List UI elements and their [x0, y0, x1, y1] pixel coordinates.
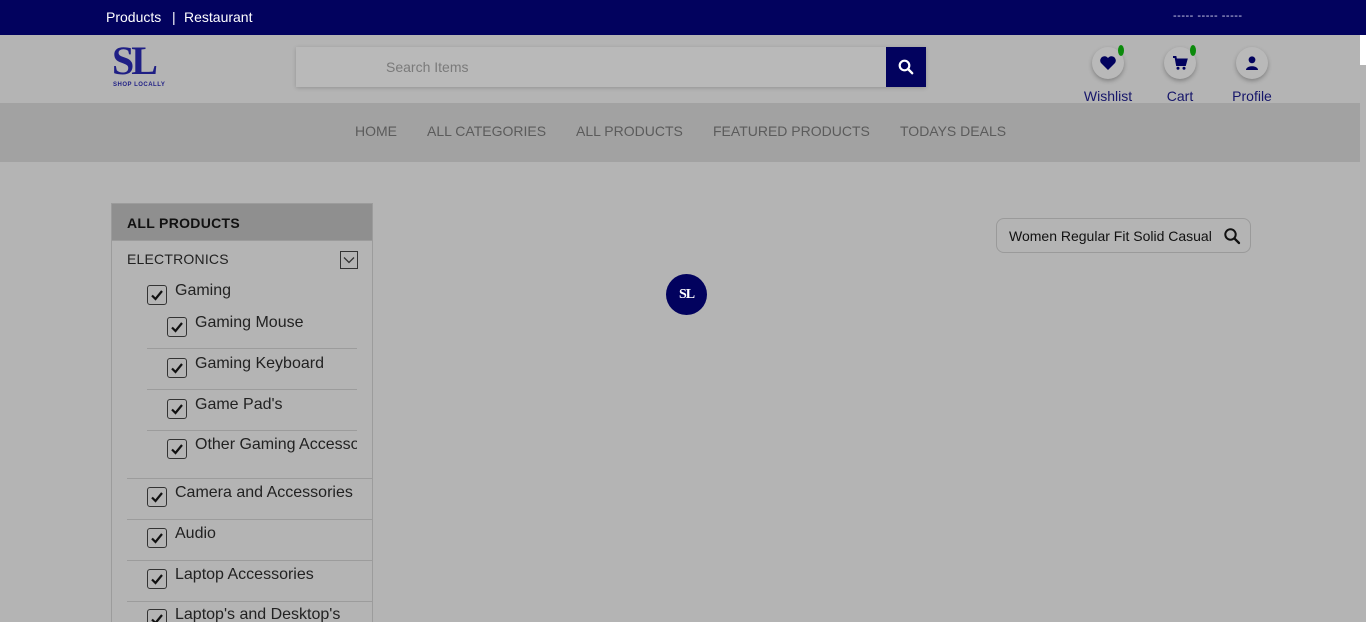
checkmark-icon: [151, 492, 163, 503]
sidebar-item-audio: Audio: [147, 525, 367, 555]
search-input[interactable]: [296, 47, 886, 87]
heart-icon: [1100, 56, 1116, 70]
sidebar-item-gaming-mouse: Gaming Mouse: [167, 314, 357, 344]
sidebar-item-label: Camera and Accessories: [175, 484, 353, 501]
sidebar-item-other-gaming-accessories: Other Gaming Accessories: [167, 436, 357, 466]
checkmark-icon: [151, 574, 163, 585]
checkbox[interactable]: [147, 487, 167, 507]
nav-all-products[interactable]: ALL PRODUCTS: [576, 123, 683, 139]
top-bar: Products | Restaurant ----- ----- -----: [0, 0, 1366, 35]
cart-button[interactable]: Cart: [1150, 45, 1210, 105]
product-filter-input[interactable]: [997, 219, 1219, 252]
checkmark-icon: [171, 404, 183, 415]
checkmark-icon: [151, 533, 163, 544]
profile-circle: [1236, 47, 1268, 79]
restaurant-link[interactable]: Restaurant: [184, 9, 252, 25]
product-filter-search: [996, 218, 1251, 253]
chevron-down-icon: [343, 257, 355, 264]
logo-tagline: SHOP LOCALLY: [113, 82, 166, 88]
checkmark-icon: [151, 614, 163, 622]
loading-spinner: SL: [666, 274, 707, 315]
sidebar-item-label: Laptop's and Desktop's: [175, 606, 341, 622]
sidebar-item-label: Game Pad's: [195, 396, 283, 413]
search-bar: [296, 47, 926, 87]
wishlist-badge: [1118, 45, 1124, 56]
scroll-edge: [1360, 35, 1366, 65]
checkbox[interactable]: [167, 358, 187, 378]
category-toggle[interactable]: [340, 251, 358, 269]
nav-home[interactable]: HOME: [355, 123, 397, 139]
main-nav: HOME ALL CATEGORIES ALL PRODUCTS FEATURE…: [0, 103, 1360, 162]
sidebar-item-laptops-and-desktops: Laptop's and Desktop's: [147, 606, 367, 622]
category-sidebar: ALL PRODUCTS ELECTRONICS Gaming Gaming M…: [111, 203, 373, 622]
sidebar-title: ALL PRODUCTS: [127, 215, 241, 231]
wishlist-button[interactable]: Wishlist: [1078, 45, 1138, 105]
sidebar-item-camera-and-accessories: Camera and Accessories: [147, 484, 367, 514]
sidebar-item-laptop-accessories: Laptop Accessories: [147, 566, 367, 596]
sidebar-item-gaming: Gaming: [147, 282, 367, 312]
checkmark-icon: [171, 363, 183, 374]
checkbox[interactable]: [147, 609, 167, 622]
sidebar-item-game-pads: Game Pad's: [167, 396, 357, 426]
nav-featured-products[interactable]: FEATURED PRODUCTS: [713, 123, 870, 139]
checkbox[interactable]: [147, 528, 167, 548]
nav-todays-deals[interactable]: TODAYS DEALS: [900, 123, 1006, 139]
wishlist-label: Wishlist: [1083, 88, 1133, 104]
divider: [147, 389, 357, 390]
checkbox[interactable]: [147, 569, 167, 589]
checkbox[interactable]: [147, 285, 167, 305]
category-electronics[interactable]: ELECTRONICS: [127, 251, 229, 267]
sidebar-item-gaming-keyboard: Gaming Keyboard: [167, 355, 357, 385]
user-icon: [1246, 56, 1258, 70]
account-placeholder[interactable]: ----- ----- -----: [1173, 10, 1243, 22]
profile-button[interactable]: Profile: [1222, 45, 1282, 105]
profile-label: Profile: [1232, 88, 1272, 104]
sidebar-item-label: Gaming Keyboard: [195, 355, 324, 372]
cart-label: Cart: [1166, 88, 1194, 104]
checkbox[interactable]: [167, 439, 187, 459]
topbar-separator: |: [172, 9, 176, 25]
sidebar-item-label: Other Gaming Accessories: [195, 436, 357, 453]
checkmark-icon: [171, 322, 183, 333]
divider: [147, 430, 357, 431]
cart-icon: [1173, 56, 1188, 70]
divider: [127, 519, 372, 520]
search-icon[interactable]: [1223, 227, 1241, 245]
shop-locally-logo[interactable]: SL SHOP LOCALLY: [112, 37, 174, 91]
search-button[interactable]: [886, 47, 926, 87]
divider: [127, 478, 372, 479]
cart-badge: [1190, 45, 1196, 56]
checkmark-icon: [171, 444, 183, 455]
sidebar-header: ALL PRODUCTS: [112, 204, 372, 241]
logo-letters: SL: [112, 38, 158, 83]
sidebar-item-label: Gaming Mouse: [195, 314, 304, 331]
checkbox[interactable]: [167, 399, 187, 419]
site-header: SL SHOP LOCALLY Wishlist: [0, 35, 1360, 105]
sidebar-item-label: Laptop Accessories: [175, 566, 314, 583]
nav-all-categories[interactable]: ALL CATEGORIES: [427, 123, 546, 139]
divider: [147, 348, 357, 349]
checkbox[interactable]: [167, 317, 187, 337]
loader-logo: SL: [678, 286, 695, 302]
checkmark-icon: [151, 290, 163, 301]
sidebar-item-label: Gaming: [175, 282, 232, 299]
divider: [127, 601, 372, 602]
sidebar-item-label: Audio: [175, 525, 216, 542]
search-icon: [898, 59, 914, 75]
divider: [127, 560, 372, 561]
products-link[interactable]: Products: [106, 9, 161, 25]
